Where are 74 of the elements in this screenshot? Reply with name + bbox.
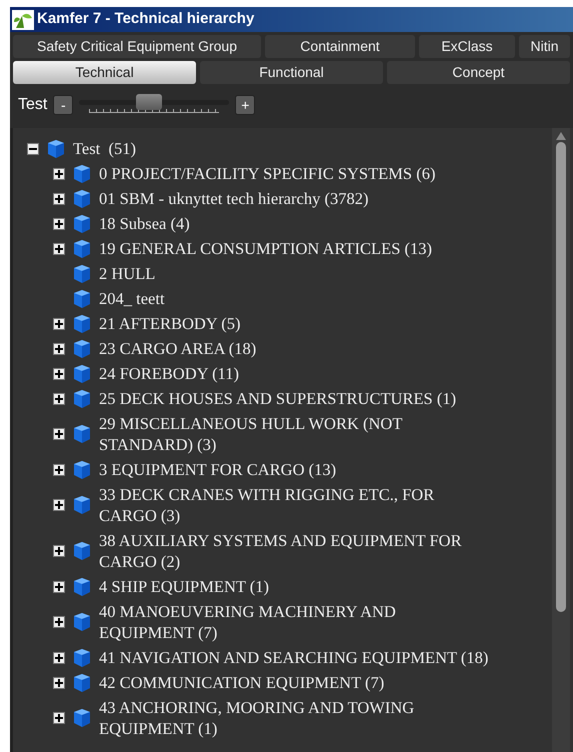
slider-thumb[interactable] <box>136 94 162 110</box>
tree-item-label[interactable]: 3 EQUIPMENT FOR CARGO (13) <box>99 459 491 480</box>
cube-icon <box>73 314 91 334</box>
tree-item-label[interactable]: 204_ teett <box>99 288 491 309</box>
cube-icon <box>73 388 91 408</box>
tree-item-label[interactable]: Test (51) <box>73 138 136 159</box>
tree-item-label[interactable]: 24 FOREBODY (11) <box>99 363 491 384</box>
expand-toggle[interactable] <box>53 242 65 254</box>
expand-toggle[interactable] <box>53 464 65 476</box>
collapse-toggle[interactable] <box>27 142 39 154</box>
expand-toggle[interactable] <box>53 499 65 511</box>
tab[interactable]: Functional <box>200 61 383 84</box>
expand-toggle[interactable] <box>53 580 65 592</box>
expand-toggle[interactable] <box>53 428 65 440</box>
cube-icon <box>73 460 91 480</box>
zoom-out-button[interactable]: - <box>53 95 74 115</box>
cube-icon <box>73 612 91 632</box>
expand-toggle[interactable] <box>53 192 65 204</box>
tree-item-label[interactable]: 18 Subsea (4) <box>99 213 491 234</box>
expand-toggle[interactable] <box>53 318 65 330</box>
tree-item-label[interactable]: 2 HULL <box>99 263 491 284</box>
tab[interactable]: Nitin <box>519 35 570 58</box>
cube-icon <box>73 424 91 444</box>
tree-item-label[interactable]: 23 CARGO AREA (18) <box>99 338 491 359</box>
tab[interactable]: Technical <box>13 61 196 84</box>
expand-toggle[interactable] <box>53 342 65 354</box>
cube-icon <box>73 495 91 515</box>
expand-toggle[interactable] <box>53 652 65 664</box>
expand-toggle[interactable] <box>53 676 65 688</box>
tree-item-label[interactable]: 25 DECK HOUSES AND SUPERSTRUCTURES (1) <box>99 388 491 409</box>
expand-toggle[interactable] <box>53 218 65 230</box>
tab[interactable]: ExClass <box>419 35 515 58</box>
scroll-up-icon[interactable] <box>556 132 566 140</box>
cube-icon <box>73 708 91 728</box>
scroll-thumb[interactable] <box>556 142 566 612</box>
cube-icon <box>73 338 91 358</box>
cube-icon <box>73 364 91 384</box>
tab[interactable]: Concept <box>387 61 570 84</box>
tab[interactable]: Safety Critical Equipment Group <box>13 35 261 58</box>
tree-item-label[interactable]: 29 MISCELLANEOUS HULL WORK (NOT STANDARD) (3) <box>99 413 491 455</box>
cube-icon <box>73 214 91 234</box>
cube-icon <box>47 138 65 158</box>
cube-icon <box>73 238 91 258</box>
tree-item-label[interactable]: 41 NAVIGATION AND SEARCHING EQUIPMENT (18) <box>99 647 491 668</box>
tree-item-label[interactable]: 19 GENERAL CONSUMPTION ARTICLES (13) <box>99 238 491 259</box>
cube-icon <box>73 541 91 561</box>
cube-icon <box>73 672 91 692</box>
expand-toggle[interactable] <box>53 168 65 180</box>
tree-item-label[interactable]: 01 SBM - uknyttet tech hierarchy (3782) <box>99 188 491 209</box>
cube-icon <box>73 576 91 596</box>
zoom-in-button[interactable]: + <box>235 95 256 115</box>
expand-toggle[interactable] <box>53 712 65 724</box>
cube-icon <box>73 648 91 668</box>
cube-icon <box>73 288 91 308</box>
expand-toggle[interactable] <box>53 368 65 380</box>
zoom-label: Test <box>18 95 48 115</box>
tree-item-label[interactable]: 21 AFTERBODY (5) <box>99 313 491 334</box>
cube-icon <box>73 264 91 284</box>
tree-item-label[interactable]: 38 AUXILIARY SYSTEMS AND EQUIPMENT FOR CARGO (2) <box>99 530 491 572</box>
tree-item-label[interactable]: 42 COMMUNICATION EQUIPMENT (7) <box>99 672 491 693</box>
tree-item-label[interactable]: 0 PROJECT/FACILITY SPECIFIC SYSTEMS (6) <box>99 163 491 184</box>
tree-item-label[interactable]: 40 MANOEUVERING MACHINERY AND EQUIPMENT (7) <box>99 601 491 643</box>
window-title: Kamfer 7 - Technical hierarchy <box>37 9 254 30</box>
tree-item-label[interactable]: 33 DECK CRANES WITH RIGGING ETC., FOR CARGO (3) <box>99 484 491 526</box>
tree-item-label[interactable]: 43 ANCHORING, MOORING AND TOWING EQUIPMENT (1) <box>99 697 491 739</box>
plant-logo-icon <box>12 10 34 30</box>
scrollbar[interactable] <box>552 128 570 752</box>
expand-toggle[interactable] <box>53 616 65 628</box>
expand-toggle[interactable] <box>53 392 65 404</box>
cube-icon <box>73 164 91 184</box>
cube-icon <box>73 188 91 208</box>
tree-item-label[interactable]: 4 SHIP EQUIPMENT (1) <box>99 576 491 597</box>
expand-toggle[interactable] <box>53 545 65 557</box>
tab[interactable]: Containment <box>265 35 415 58</box>
